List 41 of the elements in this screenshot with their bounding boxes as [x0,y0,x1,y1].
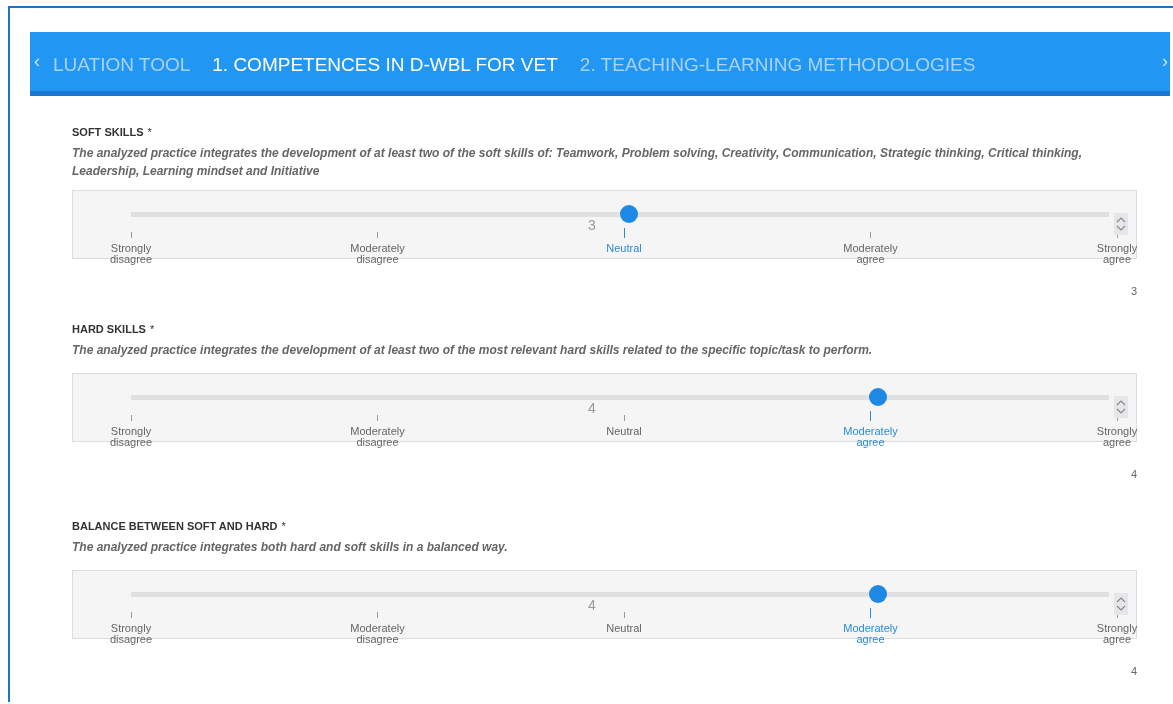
question-title: HARD SKILLS [72,323,146,335]
tab[interactable]: 2. TEACHING-LEARNING METHODOLOGIES [568,32,987,91]
spinner-icon[interactable] [1114,396,1128,418]
spinner-icon[interactable] [1114,213,1128,235]
slider-thumb[interactable] [869,585,887,603]
scale-label: Strongly disagree [108,623,154,645]
slider-value: 4 [588,400,596,416]
scale-label: Moderately disagree [349,426,406,448]
scale-label: Strongly disagree [108,426,154,448]
scale-label: Neutral [605,623,643,634]
scroll-left-button[interactable]: ‹ [30,32,42,91]
scale-label: Moderately disagree [349,243,406,265]
scale-label: Moderately disagree [349,623,406,645]
scroll-right-button[interactable]: › [1158,32,1170,91]
answer-value: 4 [1130,665,1137,677]
question-description: The analyzed practice integrates the development of at least two of the soft skills of: Teamwork, Problem solving, Creativity, Communication, Strategic thinking, Critical thinking, Leadership, Learning mindset and Initiative [72,145,1083,180]
slider-thumb[interactable] [620,205,638,223]
question-title: BALANCE BETWEEN SOFT AND HARD [72,520,278,532]
scale-label: Neutral [605,243,643,254]
required-mark: * [147,126,152,138]
answer-value: 4 [1130,468,1137,480]
scale-label: Moderately agree [842,623,899,645]
answer-value: 3 [1130,285,1137,297]
scale-label: Moderately agree [842,243,899,265]
scale-label: Strongly agree [1095,623,1139,645]
question-description: The analyzed practice integrates the development of at least two of the most relevant hard skills related to the specific topic/task to perform. [72,342,874,359]
spinner-icon[interactable] [1114,593,1128,615]
required-mark: * [281,520,286,532]
question-title: SOFT SKILLS [72,126,144,138]
required-mark: * [149,323,155,335]
scale-label: Strongly agree [1095,426,1139,448]
tab[interactable]: 1. COMPETENCES IN D-WBL FOR VET [201,32,569,91]
scale-label: Strongly agree [1095,243,1139,265]
question-description: The analyzed practice integrates both hard and soft skills in a balanced way. [72,539,509,556]
slider-thumb[interactable] [869,388,887,406]
scale-label: Strongly disagree [108,243,154,265]
tab[interactable]: LUATION TOOL [42,32,202,91]
scale-label: Neutral [605,426,643,437]
slider-value: 4 [588,597,596,613]
scale-label: Moderately agree [842,426,899,448]
slider-value: 3 [588,217,596,233]
